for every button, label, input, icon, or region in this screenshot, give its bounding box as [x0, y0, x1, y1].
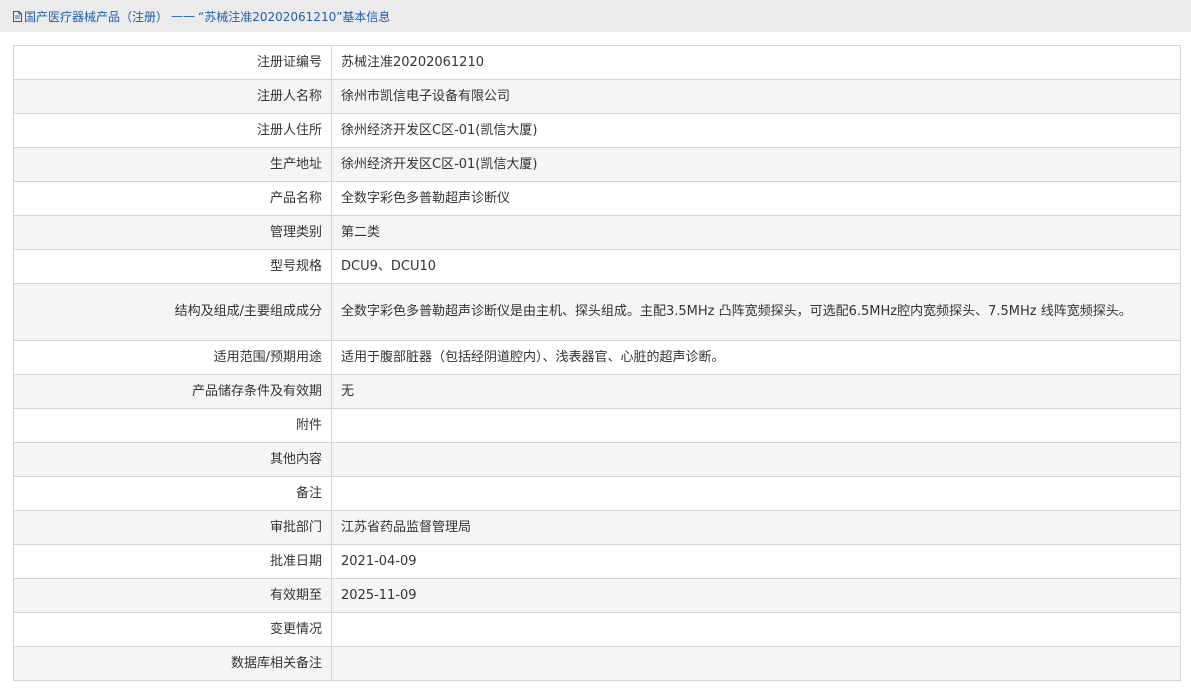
- row-label: 注册证编号: [13, 45, 332, 80]
- row-label: 结构及组成/主要组成成分: [13, 283, 332, 341]
- info-table-body: 注册证编号 苏械注准20202061210 注册人名称 徐州市凯信电子设备有限公司 …: [13, 45, 1181, 681]
- row-value: 适用于腹部脏器（包括经阴道腔内）、浅表器官、心脏的超声诊断。: [331, 340, 1181, 375]
- table-row: 备注: [13, 476, 1181, 511]
- row-value: 徐州经济开发区C区-01(凯信大厦): [331, 113, 1181, 148]
- row-label: 审批部门: [13, 510, 332, 545]
- table-row: 注册人名称 徐州市凯信电子设备有限公司: [13, 79, 1181, 114]
- row-value: 2025-11-09: [331, 578, 1181, 613]
- row-label: 附件: [13, 408, 332, 443]
- row-label: 备注: [13, 476, 332, 511]
- row-label: 批准日期: [13, 544, 332, 579]
- row-value: 全数字彩色多普勒超声诊断仪是由主机、探头组成。主配3.5MHz 凸阵宽频探头，可…: [331, 283, 1181, 341]
- row-value: [331, 408, 1181, 443]
- table-row: 批准日期 2021-04-09: [13, 544, 1181, 579]
- row-value: [331, 612, 1181, 647]
- info-table-wrapper: 注册证编号 苏械注准20202061210 注册人名称 徐州市凯信电子设备有限公司 …: [13, 45, 1181, 681]
- row-value: 第二类: [331, 215, 1181, 250]
- row-label: 注册人名称: [13, 79, 332, 114]
- row-label: 型号规格: [13, 249, 332, 284]
- row-value: DCU9、DCU10: [331, 249, 1181, 284]
- row-value: 全数字彩色多普勒超声诊断仪: [331, 181, 1181, 216]
- row-label: 产品名称: [13, 181, 332, 216]
- row-label: 适用范围/预期用途: [13, 340, 332, 375]
- table-row: 产品储存条件及有效期无: [13, 374, 1181, 409]
- row-label: 数据库相关备注: [13, 646, 332, 681]
- table-row: 注册证编号 苏械注准20202061210: [13, 45, 1181, 80]
- row-value: 徐州市凯信电子设备有限公司: [331, 79, 1181, 114]
- document-icon: [13, 10, 22, 22]
- row-label: 产品储存条件及有效期: [13, 374, 332, 409]
- table-row: 有效期至 2025-11-09: [13, 578, 1181, 613]
- table-row: 产品名称 全数字彩色多普勒超声诊断仪: [13, 181, 1181, 216]
- row-label: 管理类别: [13, 215, 332, 250]
- info-table: 注册证编号 苏械注准20202061210 注册人名称 徐州市凯信电子设备有限公司 …: [13, 45, 1181, 681]
- breadcrumb-current: “苏械注准20202061210”基本信息: [198, 9, 391, 24]
- breadcrumb-separator: ——: [171, 9, 196, 23]
- table-row: 管理类别 第二类: [13, 215, 1181, 250]
- table-row: 注册人住所 徐州经济开发区C区-01(凯信大厦): [13, 113, 1181, 148]
- row-value: [331, 646, 1181, 681]
- table-row: 生产地址 徐州经济开发区C区-01(凯信大厦): [13, 147, 1181, 182]
- row-value: [331, 442, 1181, 477]
- row-label: 变更情况: [13, 612, 332, 647]
- row-label: 有效期至: [13, 578, 332, 613]
- row-label: 注册人住所: [13, 113, 332, 148]
- table-row: 其他内容: [13, 442, 1181, 477]
- row-value: 江苏省药品监督管理局: [331, 510, 1181, 545]
- table-row: 附件: [13, 408, 1181, 443]
- table-row: 型号规格 DCU9、DCU10: [13, 249, 1181, 284]
- breadcrumb: 国产医疗器械产品（注册） —— “苏械注准20202061210”基本信息: [0, 0, 1191, 32]
- table-row: 适用范围/预期用途 适用于腹部脏器（包括经阴道腔内）、浅表器官、心脏的超声诊断。: [13, 340, 1181, 375]
- row-value: 2021-04-09: [331, 544, 1181, 579]
- row-label: 生产地址: [13, 147, 332, 182]
- breadcrumb-link-category[interactable]: 国产医疗器械产品（注册）: [24, 8, 168, 25]
- row-label: 其他内容: [13, 442, 332, 477]
- row-value: 徐州经济开发区C区-01(凯信大厦): [331, 147, 1181, 182]
- table-row: 数据库相关备注: [13, 646, 1181, 681]
- row-value: 无: [331, 374, 1181, 409]
- table-row: 结构及组成/主要组成成分 全数字彩色多普勒超声诊断仪是由主机、探头组成。主配3.5…: [13, 283, 1181, 341]
- table-row: 审批部门 江苏省药品监督管理局: [13, 510, 1181, 545]
- row-value: [331, 476, 1181, 511]
- row-value: 苏械注准20202061210: [331, 45, 1181, 80]
- table-row: 变更情况: [13, 612, 1181, 647]
